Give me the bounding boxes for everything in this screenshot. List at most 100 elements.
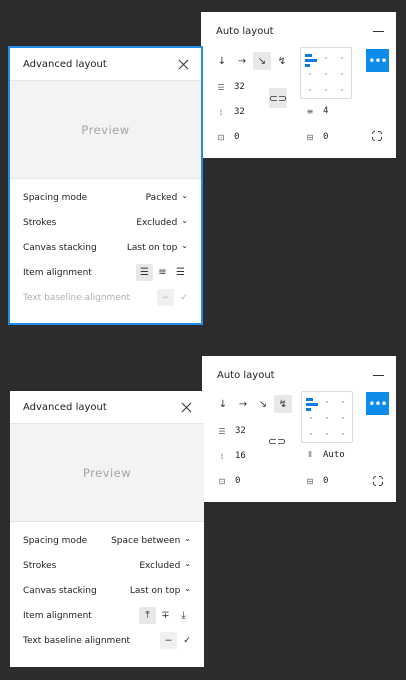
align-top-icon[interactable]: ⤒	[139, 607, 156, 624]
item-alignment-group: ☰ ≡ ☰	[136, 264, 189, 281]
item-alignment-label: Item alignment	[23, 611, 92, 621]
padding-horizontal-icon: ⁞	[220, 451, 224, 461]
text-baseline-label: Text baseline alignment	[23, 293, 131, 303]
preview-area: Preview	[10, 424, 204, 522]
align-bottom-icon[interactable]: ⤓	[175, 607, 192, 624]
auto-layout-title: Auto layout	[216, 26, 274, 37]
advanced-layout-header: Advanced layout	[10, 391, 204, 424]
preview-area: Preview	[10, 81, 201, 179]
alignment-bar	[305, 54, 312, 57]
direction-group: ↓ → ↘ ↯	[213, 52, 291, 70]
spacing-grid-field[interactable]: ⦀ Auto	[304, 449, 344, 461]
alignment-grid[interactable]	[301, 391, 353, 443]
link-padding-icon[interactable]: ⊂⊃	[269, 88, 287, 108]
advanced-layout-panel-bottom: Advanced layout Preview Spacing mode Spa…	[10, 391, 204, 667]
advanced-layout-title: Advanced layout	[23, 402, 107, 413]
wrap-direction-icon[interactable]: ↘	[254, 395, 272, 413]
canvas-stacking-row: Canvas stacking Last on top	[10, 578, 204, 603]
grid-direction-icon[interactable]: ↯	[273, 52, 291, 70]
spacing-grid-field[interactable]: ≡ 4	[304, 105, 329, 117]
spacing-mode-row: Spacing mode Packed	[10, 185, 201, 210]
canvas-stacking-label: Canvas stacking	[23, 586, 97, 596]
remove-auto-layout-button[interactable]	[373, 31, 384, 32]
spacing-mode-select[interactable]: Packed	[146, 193, 188, 203]
spacing-field[interactable]: ☰ 32	[216, 425, 245, 437]
alignment-bar	[306, 408, 311, 411]
spacing-mode-row: Spacing mode Space between	[10, 528, 204, 553]
more-options-button[interactable]: •••	[366, 49, 389, 72]
align-middle-icon[interactable]: ∓	[157, 607, 174, 624]
canvas-stacking-label: Canvas stacking	[23, 243, 97, 253]
alignment-grid[interactable]	[300, 47, 352, 99]
padding-bottom-icon: ⊟	[306, 476, 314, 486]
padding-horizontal-field[interactable]: ⁞ 16	[216, 450, 246, 462]
canvas-stacking-select[interactable]: Last on top	[127, 243, 188, 253]
auto-layout-title: Auto layout	[217, 370, 275, 381]
strokes-row: Strokes Excluded	[10, 210, 201, 235]
direction-group: ↓ → ↘ ↯	[214, 395, 292, 413]
item-alignment-group: ⤒ ∓ ⤓	[139, 607, 192, 624]
item-alignment-label: Item alignment	[23, 268, 92, 278]
auto-layout-panel-top: Auto layout ↓ → ↘ ↯ ☰ 32 ⁞ 32 ⊡ 0 ⊂⊃ •••…	[201, 12, 396, 158]
padding-vertical-icon: ⊡	[218, 476, 226, 486]
strokes-select[interactable]: Excluded	[136, 218, 188, 228]
alignment-bar	[305, 59, 317, 62]
auto-layout-panel-bottom: Auto layout ↓ → ↘ ↯ ☰ 32 ⁞ 16 ⊡ 0 ⊂⊃ •••…	[202, 356, 396, 502]
clip-content-icon[interactable]	[371, 474, 385, 488]
item-alignment-row: Item alignment ⤒ ∓ ⤓	[10, 603, 204, 628]
alignment-bar	[306, 398, 313, 401]
advanced-layout-header: Advanced layout	[10, 48, 201, 81]
padding-bottom-field[interactable]: ⊟ 0	[304, 475, 329, 487]
remove-auto-layout-button[interactable]	[373, 375, 384, 376]
strokes-label: Strokes	[23, 561, 57, 571]
padding-bottom-field[interactable]: ⊟ 0	[304, 131, 329, 143]
check-icon[interactable]: ✓	[179, 293, 189, 303]
horizontal-direction-icon[interactable]: →	[233, 52, 251, 70]
alignment-bar	[305, 64, 310, 67]
baseline-off-button[interactable]: −	[160, 632, 177, 649]
padding-horizontal-icon: ⁞	[219, 107, 223, 117]
link-padding-icon[interactable]: ⊂⊃	[268, 431, 286, 451]
vertical-direction-icon[interactable]: ↓	[214, 395, 232, 413]
horizontal-direction-icon[interactable]: →	[234, 395, 252, 413]
strokes-label: Strokes	[23, 218, 57, 228]
padding-vertical-field[interactable]: ⊡ 0	[215, 131, 240, 143]
padding-bottom-icon: ⊟	[306, 132, 314, 142]
text-baseline-label: Text baseline alignment	[23, 636, 131, 646]
align-right-icon[interactable]: ☰	[172, 264, 189, 281]
spacing-mode-label: Spacing mode	[23, 536, 88, 546]
spacing-icon: ☰	[217, 82, 225, 92]
check-icon[interactable]: ✓	[182, 636, 192, 646]
spacing-grid-icon: ≡	[306, 106, 314, 116]
spacing-mode-label: Spacing mode	[23, 193, 88, 203]
text-baseline-group: − ✓	[160, 632, 192, 649]
vertical-direction-icon[interactable]: ↓	[213, 52, 231, 70]
clip-content-icon[interactable]	[370, 129, 384, 143]
close-icon[interactable]	[178, 59, 189, 70]
text-baseline-row: Text baseline alignment − ✓	[10, 628, 204, 653]
spacing-mode-select[interactable]: Space between	[111, 536, 191, 546]
spacing-icon: ☰	[218, 426, 226, 436]
canvas-stacking-row: Canvas stacking Last on top	[10, 235, 201, 260]
grid-direction-icon[interactable]: ↯	[274, 395, 292, 413]
alignment-bar	[306, 403, 318, 406]
align-left-icon[interactable]: ☰	[136, 264, 153, 281]
align-center-icon[interactable]: ≡	[154, 264, 171, 281]
padding-horizontal-field[interactable]: ⁞ 32	[215, 106, 245, 118]
close-icon[interactable]	[181, 402, 192, 413]
canvas-stacking-select[interactable]: Last on top	[130, 586, 191, 596]
advanced-layout-panel-top: Advanced layout Preview Spacing mode Pac…	[8, 46, 203, 325]
spacing-grid-icon: ⦀	[308, 450, 312, 459]
spacing-field[interactable]: ☰ 32	[215, 81, 244, 93]
wrap-direction-icon[interactable]: ↘	[253, 52, 271, 70]
padding-vertical-field[interactable]: ⊡ 0	[216, 475, 241, 487]
advanced-layout-title: Advanced layout	[23, 59, 107, 70]
item-alignment-row: Item alignment ☰ ≡ ☰	[10, 260, 201, 285]
padding-vertical-icon: ⊡	[217, 132, 225, 142]
text-baseline-group: − ✓	[157, 289, 189, 306]
baseline-off-button[interactable]: −	[157, 289, 174, 306]
strokes-select[interactable]: Excluded	[139, 561, 191, 571]
strokes-row: Strokes Excluded	[10, 553, 204, 578]
more-options-button[interactable]: •••	[366, 392, 389, 415]
text-baseline-row: Text baseline alignment − ✓	[10, 285, 201, 310]
